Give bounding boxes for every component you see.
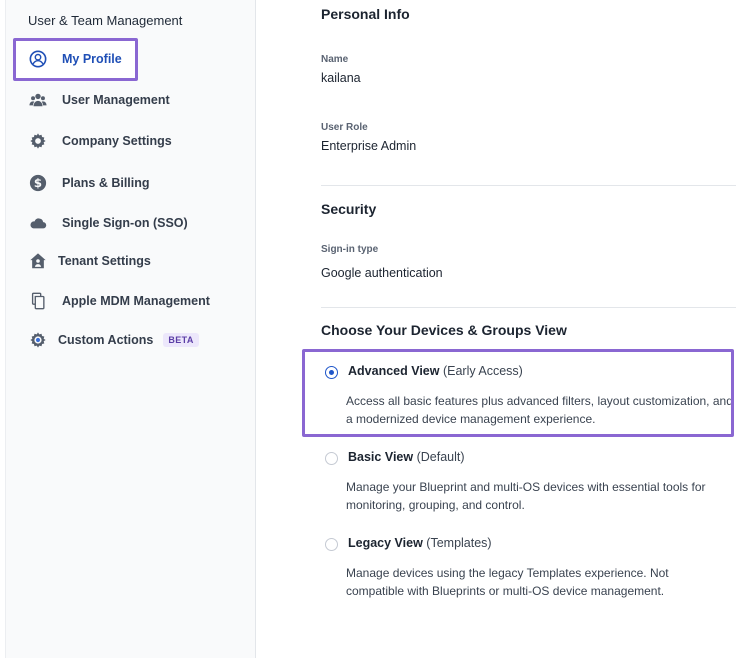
sidebar-heading: User & Team Management	[28, 13, 183, 28]
section-divider	[321, 185, 736, 186]
sidebar-item-my-profile[interactable]: My Profile	[28, 45, 122, 73]
sidebar: User & Team Management My Profile User M…	[0, 0, 256, 658]
section-divider	[321, 307, 736, 308]
cloud-icon	[28, 213, 48, 233]
sidebar-item-sso[interactable]: Single Sign-on (SSO)	[28, 209, 188, 237]
signin-type-label: Sign-in type	[321, 244, 379, 255]
personal-info-title: Personal Info	[321, 6, 410, 22]
house-user-icon	[28, 251, 48, 271]
beta-badge: BETA	[163, 333, 199, 347]
users-icon	[28, 90, 48, 110]
name-label: Name	[321, 54, 349, 65]
basic-view-radio[interactable]	[325, 452, 338, 465]
basic-view-tag: (Default)	[416, 450, 465, 464]
documents-icon	[28, 291, 48, 311]
cog-badge-icon	[28, 330, 48, 350]
option-basic-view[interactable]: Basic View (Default) Manage your Bluepri…	[325, 450, 730, 520]
security-title: Security	[321, 201, 377, 217]
legacy-view-description: Manage devices using the legacy Template…	[346, 566, 669, 598]
sidebar-item-label: Tenant Settings	[58, 254, 151, 268]
sidebar-item-tenant-settings[interactable]: Tenant Settings	[28, 247, 151, 275]
user-role-label: User Role	[321, 122, 368, 133]
gear-icon	[28, 131, 48, 151]
user-circle-icon	[28, 49, 48, 69]
basic-view-title: Basic View (Default)	[348, 450, 465, 464]
sidebar-item-label: Company Settings	[62, 134, 172, 148]
svg-text:$: $	[34, 176, 42, 190]
basic-view-name: Basic View	[348, 450, 414, 464]
sidebar-item-label: User Management	[62, 93, 170, 107]
legacy-view-tag: (Templates)	[426, 536, 492, 550]
basic-view-description: Manage your Blueprint and multi-OS devic…	[346, 480, 706, 512]
sidebar-item-label: Plans & Billing	[62, 176, 150, 190]
sidebar-item-apple-mdm[interactable]: Apple MDM Management	[28, 287, 210, 315]
user-role-value: Enterprise Admin	[321, 139, 417, 153]
legacy-view-title: Legacy View (Templates)	[348, 536, 492, 550]
signin-type-value: Google authentication	[321, 266, 443, 280]
sidebar-item-company-settings[interactable]: Company Settings	[28, 127, 172, 155]
sidebar-item-user-management[interactable]: User Management	[28, 86, 170, 114]
sidebar-item-plans-billing[interactable]: $ Plans & Billing	[28, 169, 150, 197]
sidebar-item-label: My Profile	[62, 52, 122, 66]
devices-view-title: Choose Your Devices & Groups View	[321, 322, 567, 338]
sidebar-item-label: Custom Actions	[58, 333, 154, 347]
sidebar-item-custom-actions[interactable]: Custom Actions BETA	[28, 326, 199, 354]
sidebar-item-label: Apple MDM Management	[62, 294, 210, 308]
legacy-view-radio[interactable]	[325, 538, 338, 551]
sidebar-item-label: Single Sign-on (SSO)	[62, 216, 188, 230]
legacy-view-name: Legacy View	[348, 536, 423, 550]
name-value: kailana	[321, 71, 361, 85]
dollar-icon: $	[28, 173, 48, 193]
option-legacy-view[interactable]: Legacy View (Templates) Manage devices u…	[325, 536, 730, 606]
selected-option-highlight	[302, 349, 734, 437]
